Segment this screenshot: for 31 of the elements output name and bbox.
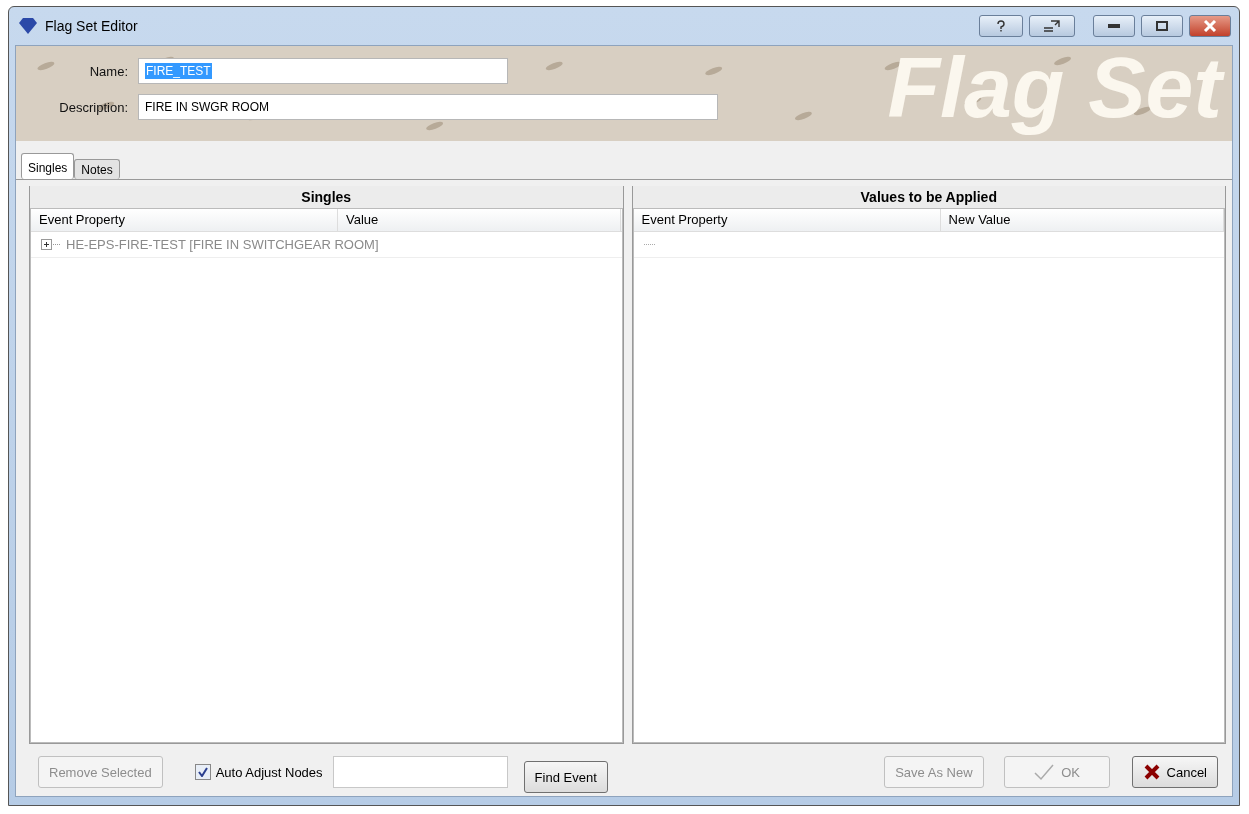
input-field[interactable]: FIRE IN SWGR ROOM bbox=[138, 94, 718, 120]
column-header[interactable]: Event Property bbox=[633, 209, 941, 231]
column-header[interactable]: New Value bbox=[940, 209, 1224, 231]
close-icon bbox=[1203, 20, 1217, 32]
help-icon bbox=[996, 20, 1006, 32]
minimize-icon bbox=[1108, 24, 1120, 28]
checkbox-label: Auto Adjust Nodes bbox=[215, 764, 323, 780]
column-header[interactable]: Value bbox=[338, 209, 622, 231]
diamond-icon bbox=[17, 17, 39, 35]
close-button[interactable] bbox=[1189, 15, 1231, 37]
window-title: Flag Set Editor bbox=[45, 18, 138, 34]
tab[interactable]: Singles bbox=[21, 153, 75, 179]
panel-title: Singles bbox=[30, 186, 623, 208]
restore-button[interactable] bbox=[1029, 15, 1075, 37]
restore-icon bbox=[1043, 20, 1061, 32]
find-event-button[interactable]: Find Event bbox=[523, 761, 608, 793]
panel-title: Values to be Applied bbox=[632, 186, 1225, 208]
help-button[interactable] bbox=[979, 15, 1023, 37]
field-label: Name: bbox=[88, 63, 128, 79]
tab[interactable]: Notes bbox=[74, 159, 120, 179]
column-header[interactable]: Event Property bbox=[31, 209, 339, 231]
maximize-button[interactable] bbox=[1141, 15, 1183, 37]
checkbox[interactable] bbox=[194, 764, 211, 780]
input-field[interactable] bbox=[332, 756, 508, 788]
check-icon bbox=[1033, 763, 1056, 781]
close-icon bbox=[1142, 763, 1161, 781]
dotted-connector-icon bbox=[643, 243, 656, 246]
field-label: Description: bbox=[58, 99, 128, 115]
maximize-icon bbox=[1156, 21, 1168, 31]
cancel-button[interactable]: Cancel bbox=[1131, 756, 1218, 788]
minimize-button[interactable] bbox=[1093, 15, 1135, 37]
